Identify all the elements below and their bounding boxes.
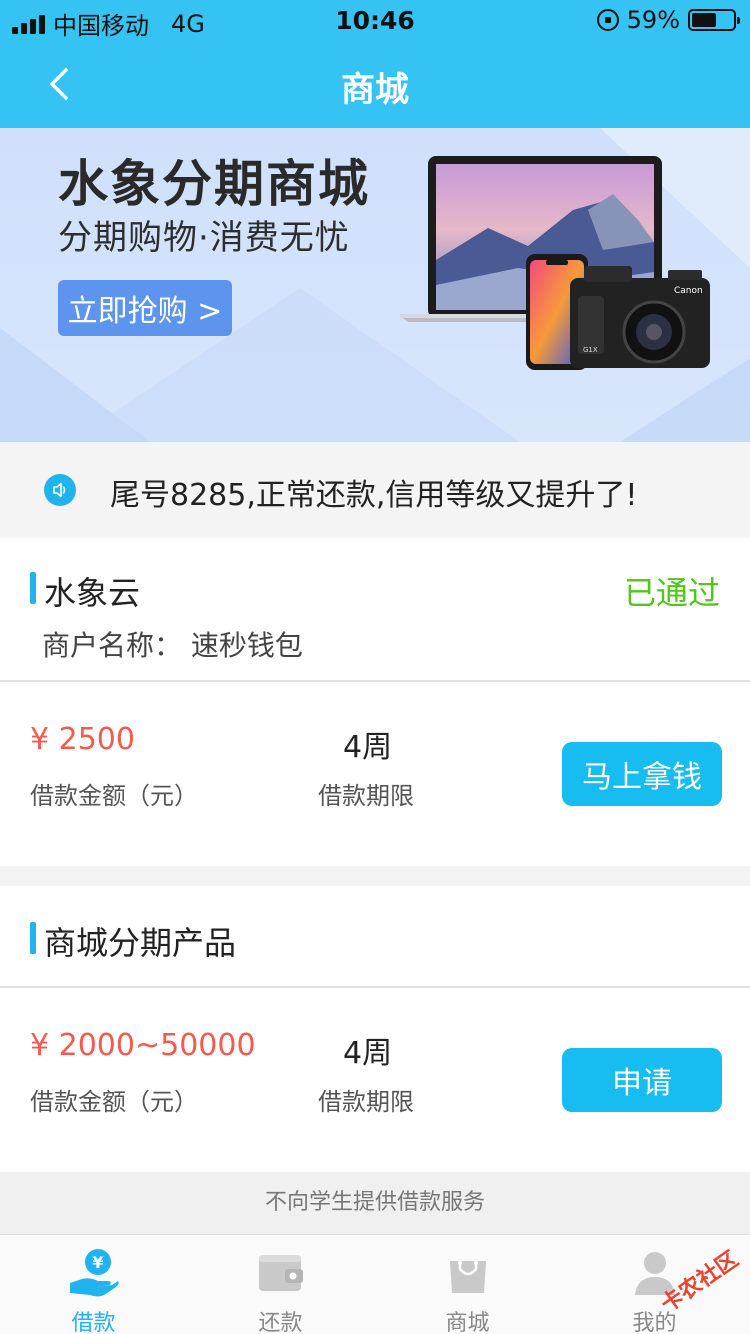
loan-amount: ¥ 2000~50000 xyxy=(30,1028,256,1063)
accent-bar xyxy=(30,572,36,604)
loan-card: 商城分期产品 ¥ 2000~50000 借款金额（元） 4周 借款期限 申请 xyxy=(0,886,750,1172)
card-header: 商城分期产品 xyxy=(0,886,750,988)
product-name: 水象云 xyxy=(44,574,141,612)
rotation-lock-icon xyxy=(596,9,619,31)
tab-label: 借款 xyxy=(71,1311,116,1334)
get-money-button[interactable]: 马上拿钱 xyxy=(562,742,722,806)
shopping-bag-icon xyxy=(449,1261,486,1293)
product-name: 商城分期产品 xyxy=(44,924,237,962)
merchant-name: 商户名称： 速秒钱包 xyxy=(42,629,303,662)
tab-mall[interactable]: 商城 xyxy=(374,1235,561,1334)
loan-term-label: 借款期限 xyxy=(318,1088,414,1116)
status-badge: 已通过 xyxy=(623,574,720,612)
promo-banner[interactable]: 水象分期商城 分期购物·消费无忧 立即抢购 > Canon G1X xyxy=(0,128,750,442)
loan-card: 水象云 已通过 商户名称： 速秒钱包 ¥ 2500 借款金额（元） 4周 借款期… xyxy=(0,538,750,866)
notice-bar: 尾号8285,正常还款,信用等级又提升了! xyxy=(0,442,750,538)
card-header: 水象云 已通过 商户名称： 速秒钱包 xyxy=(0,538,750,682)
notice-text: 尾号8285,正常还款,信用等级又提升了! xyxy=(110,478,638,513)
watermark-text: 卡农社区 xyxy=(656,1246,743,1318)
wallet-icon xyxy=(258,1255,303,1291)
tab-label: 商城 xyxy=(445,1311,490,1334)
buy-now-button[interactable]: 立即抢购 > xyxy=(58,280,232,336)
battery-icon xyxy=(688,9,740,31)
nav-bar: 商城 xyxy=(0,40,750,128)
tab-label: 还款 xyxy=(258,1311,303,1334)
tab-repay[interactable]: 还款 xyxy=(187,1235,374,1334)
apply-button[interactable]: 申请 xyxy=(562,1048,722,1112)
tab-loan[interactable]: ¥ 借款 xyxy=(0,1235,187,1334)
products-illustration: Canon G1X xyxy=(400,156,710,370)
loan-amount-label: 借款金额（元） xyxy=(30,1088,198,1116)
battery-percent: 59% xyxy=(626,6,680,34)
loan-amount-label: 借款金额（元） xyxy=(30,782,198,810)
tab-bar: ¥ 借款 还款 商城 我的 xyxy=(0,1234,750,1334)
loan-icon: ¥ xyxy=(69,1249,119,1297)
banner-subtitle: 分期购物·消费无忧 xyxy=(58,218,350,258)
svg-text:G1X: G1X xyxy=(583,346,598,354)
page-title: 商城 xyxy=(341,70,409,110)
svg-text:Canon: Canon xyxy=(674,286,703,296)
status-bar: 中国移动 4G 10:46 59% xyxy=(0,0,750,40)
accent-bar xyxy=(30,922,36,954)
loan-term: 4周 xyxy=(343,730,393,765)
forum-watermark: 卡农社区 xyxy=(656,1246,743,1318)
loan-amount: ¥ 2500 xyxy=(30,722,135,757)
banner-title: 水象分期商城 xyxy=(58,155,370,213)
loan-term: 4周 xyxy=(343,1036,393,1071)
student-disclaimer: 不向学生提供借款服务 xyxy=(0,1172,750,1234)
speaker-icon xyxy=(44,474,76,506)
loan-term-label: 借款期限 xyxy=(318,782,414,810)
svg-text:¥: ¥ xyxy=(92,1253,103,1272)
